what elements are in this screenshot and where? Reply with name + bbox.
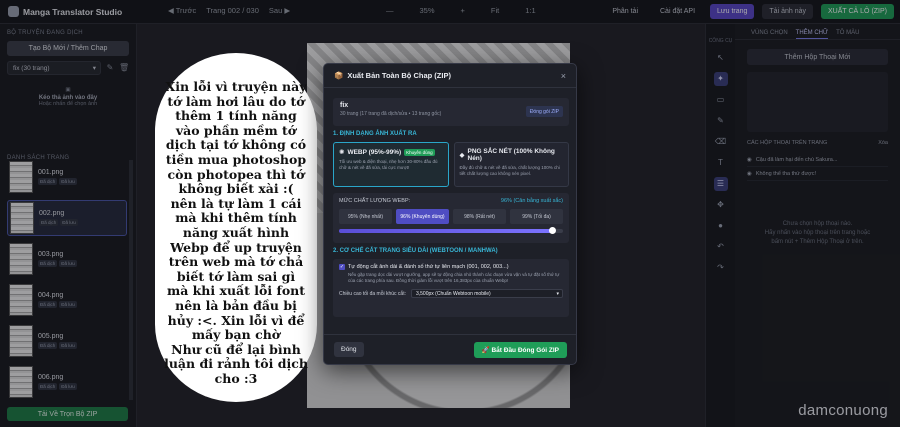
quality-value: 96% (Cân bằng xuất sắc)	[500, 198, 563, 204]
auto-cut-checkbox[interactable]: ✓	[339, 264, 345, 270]
quality-slider[interactable]	[339, 227, 563, 234]
speech-bubble-text: Xin lỗi vì truyện này tớ làm hơi lâu do …	[164, 79, 308, 386]
max-height-value: 3,500px (Chuẩn Webtoon mobile)	[415, 290, 491, 297]
recommended-badge: Khuyên dùng	[404, 148, 435, 156]
quality-99-button[interactable]: 99% (Tối đa)	[510, 209, 563, 224]
close-button[interactable]: Đóng	[334, 342, 364, 357]
diamond-icon: ◆	[459, 152, 465, 159]
webp-title: WEBP (95%-99%)	[347, 148, 402, 156]
modal-title: Xuất Bản Toàn Bộ Chap (ZIP)	[347, 71, 451, 80]
quality-slider-knob[interactable]	[548, 227, 556, 234]
package-icon: 📦	[334, 71, 344, 80]
max-height-label: Chiều cao tối đa mỗi khúc cắt:	[339, 290, 406, 297]
cut-box: ✓ Tự động cắt ảnh dài & đánh số thứ tự li…	[333, 259, 569, 317]
quality-95-button[interactable]: 95% (Nhẹ nhất)	[339, 209, 392, 224]
quality-98-button[interactable]: 98% (Rất nét)	[453, 209, 506, 224]
png-option[interactable]: ◆ PNG SẮC NÉT (100% Không Nén) Đầy đủ chữ…	[453, 142, 569, 187]
close-icon[interactable]: ×	[561, 71, 566, 81]
auto-cut-description: Nếu gặp trang dọc dài vượt ngưỡng, app s…	[348, 272, 560, 283]
chap-info: fix 30 trang (17 trang đã dịch/sửa • 13 …	[333, 98, 569, 126]
max-height-select[interactable]: 3,500px (Chuẩn Webtoon mobile) ▾	[410, 289, 563, 298]
export-modal: 📦 Xuất Bản Toàn Bộ Chap (ZIP) × fix 30 tra…	[323, 63, 577, 365]
cut-section-title: 2. CƠ CHẾ CẮT TRANG SIÊU DÀI (WEBTOON / …	[333, 248, 498, 254]
rocket-icon: 🚀	[481, 347, 492, 354]
start-zip-button[interactable]: 🚀 Bắt Đầu Đóng Gói ZIP	[473, 342, 567, 358]
format-section-title: 1. ĐỊNH DẠNG ẢNH XUẤT RA	[333, 131, 417, 137]
star-icon: ✺	[339, 149, 345, 156]
auto-cut-label: Tự động cắt ảnh dài & đánh số thứ tự liê…	[348, 264, 509, 270]
quality-box: MỨC CHẤT LƯỢNG WEBP: 96% (Cân bằng xuất …	[333, 193, 569, 243]
zip-badge: Đóng gói ZIP	[525, 106, 563, 117]
chevron-down-icon: ▾	[556, 290, 559, 297]
png-description: Đầy đủ chữ & nét vẽ đã sửa, chất lượng 1…	[459, 165, 560, 176]
quality-slider-fill	[339, 229, 552, 233]
start-zip-label: Bắt Đầu Đóng Gói ZIP	[491, 346, 559, 354]
webp-description: Tối ưu web & điện thoại, nhẹ hơn 30-80% …	[339, 159, 438, 170]
quality-96-button[interactable]: 96% (Khuyên dùng)	[396, 209, 449, 224]
webp-option[interactable]: ✺ WEBP (95%-99%) Khuyên dùng Tối ưu web & …	[333, 142, 449, 187]
png-title: PNG SẮC NÉT (100% Không Nén)	[467, 148, 555, 162]
